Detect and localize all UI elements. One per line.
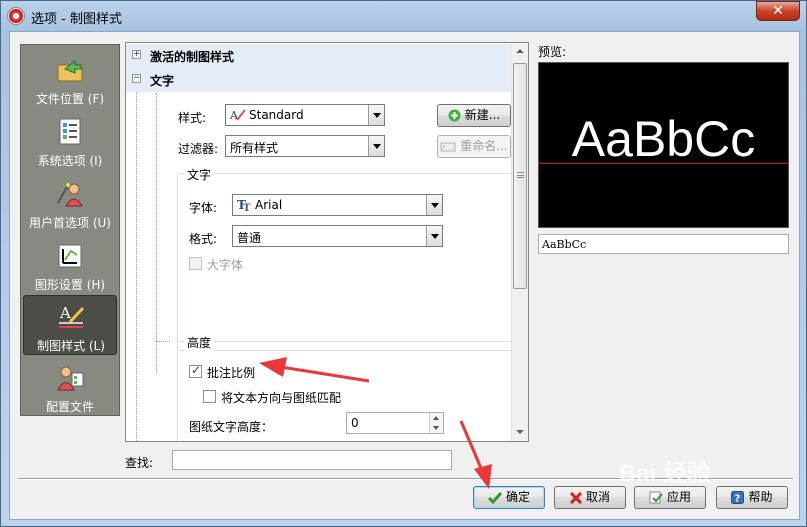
style-select-value: Standard: [249, 108, 304, 122]
nav-label: 系统选项 (I): [37, 154, 103, 168]
tree-connector: [156, 93, 157, 373]
checklist-icon: [59, 118, 81, 145]
dropdown-arrow-icon[interactable]: [426, 195, 442, 215]
annotative-checkbox[interactable]: [189, 363, 202, 378]
truetype-font-icon: T T: [237, 198, 251, 212]
nav-label: 文件位置 (F): [35, 92, 105, 106]
preview-label: 预览:: [538, 45, 567, 59]
tree-connector: [136, 61, 137, 441]
user-wand-icon: [57, 183, 83, 207]
graphics-settings-icon: [58, 244, 82, 268]
font-select[interactable]: T T Arial: [232, 194, 443, 216]
nav-label: 配置文件: [45, 400, 94, 414]
find-input[interactable]: [172, 450, 452, 470]
format-select-value: 普通: [237, 231, 262, 245]
filter-select-value: 所有样式: [230, 141, 279, 155]
svg-text:?: ?: [735, 494, 741, 505]
text-style-icon: A: [230, 109, 246, 122]
nav-item-profiles[interactable]: 配置文件: [23, 357, 117, 417]
ok-button-label: 确定: [505, 490, 530, 504]
spin-down-icon[interactable]: [429, 423, 443, 433]
style-settings-panel: + 激活的制图样式 − 文字 样式: A Standard 新建... 过滤器:…: [125, 42, 529, 442]
height-group-title: 高度: [184, 334, 215, 351]
scroll-up-icon[interactable]: [512, 43, 528, 60]
cancel-button-label: 取消: [585, 490, 610, 504]
svg-text:T: T: [243, 203, 251, 212]
cancel-x-icon: [569, 491, 582, 504]
font-label: 字体:: [189, 201, 218, 215]
title-bar[interactable]: 选项 - 制图样式 ✕: [1, 1, 806, 31]
nav-item-graphics-settings[interactable]: 图形设置 (H): [23, 235, 117, 295]
new-style-button[interactable]: 新建...: [437, 104, 511, 127]
format-label: 格式:: [189, 232, 218, 246]
font-select-value: Arial: [255, 198, 283, 212]
style-select[interactable]: A Standard: [225, 104, 385, 126]
dropdown-arrow-icon[interactable]: [426, 226, 442, 246]
style-label: 样式:: [178, 111, 207, 125]
nav-label: 制图样式 (L): [37, 339, 105, 353]
nav-item-drafting-styles[interactable]: A 制图样式 (L): [23, 295, 117, 355]
new-style-button-label: 新建...: [464, 108, 501, 122]
close-button[interactable]: ✕: [756, 1, 800, 21]
bigfont-label: 大字体: [207, 258, 244, 272]
rename-style-button-label: 重命名...: [460, 139, 508, 153]
check-icon: [487, 491, 502, 504]
folder-arrow-icon: [57, 59, 83, 82]
dialog-client-area: 文件位置 (F) 系统选项 (I) 用户首选项 (U) 图形设置 (H) A 制…: [9, 31, 800, 520]
preview-text-value: AaBbCc: [542, 238, 587, 251]
spin-up-icon[interactable]: [429, 413, 443, 423]
watermark: Bai 经验: [619, 460, 712, 487]
nav-item-user-preferences[interactable]: 用户首选项 (U): [23, 173, 117, 233]
category-text[interactable]: − 文字: [126, 68, 513, 92]
preview-text-field[interactable]: AaBbCc: [538, 234, 789, 254]
scroll-down-icon[interactable]: [512, 424, 528, 441]
paper-height-spinner[interactable]: 0: [346, 412, 444, 434]
nav-item-file-locations[interactable]: 文件位置 (F): [23, 49, 117, 109]
dropdown-arrow-icon[interactable]: [368, 105, 384, 125]
category-active-style[interactable]: + 激活的制图样式: [126, 44, 513, 68]
panel-scrollbar[interactable]: [511, 43, 528, 441]
drafting-style-icon: A: [59, 304, 85, 328]
cancel-button[interactable]: 取消: [554, 486, 626, 509]
nav-item-system-options[interactable]: 系统选项 (I): [23, 111, 117, 171]
rename-icon: [440, 142, 456, 151]
scroll-thumb[interactable]: [513, 63, 527, 289]
format-select[interactable]: 普通: [232, 225, 443, 247]
options-dialog: 选项 - 制图样式 ✕ 文件位置 (F) 系统选项 (I) 用户首选项 (U) …: [0, 0, 807, 527]
match-orientation-label: 将文本方向与图纸匹配: [221, 391, 342, 405]
find-label: 查找:: [125, 456, 154, 470]
rename-style-button[interactable]: 重命名...: [437, 135, 511, 158]
filter-label: 过滤器:: [178, 142, 219, 156]
paper-height-label: 图纸文字高度：: [189, 420, 274, 434]
nav-label: 图形设置 (H): [34, 278, 106, 292]
svg-text:A: A: [59, 304, 71, 322]
preview-canvas: AaBbCc: [538, 62, 789, 228]
paper-height-value: 0: [351, 416, 359, 430]
category-label: 激活的制图样式: [150, 50, 235, 64]
options-sidebar: 文件位置 (F) 系统选项 (I) 用户首选项 (U) 图形设置 (H) A 制…: [20, 44, 120, 416]
app-icon: [7, 7, 25, 25]
nav-label: 用户首选项 (U): [29, 216, 111, 230]
dropdown-arrow-icon[interactable]: [368, 136, 384, 156]
filter-select[interactable]: 所有样式: [225, 135, 385, 157]
grip-icon: [517, 172, 524, 178]
collapse-icon[interactable]: −: [132, 74, 141, 83]
profile-icon: [57, 366, 84, 391]
ok-button[interactable]: 确定: [473, 486, 545, 509]
add-icon: [448, 109, 461, 122]
preview-sample-text: AaBbCc: [571, 111, 756, 167]
text-group-title: 文字: [184, 166, 215, 183]
bigfont-checkbox[interactable]: [189, 257, 202, 270]
window-title: 选项 - 制图样式: [31, 12, 122, 27]
tree-connector: [156, 341, 170, 342]
match-orientation-checkbox[interactable]: [203, 390, 216, 403]
annotative-label: 批注比例: [207, 366, 256, 380]
baseline-line: [539, 163, 788, 164]
expand-icon[interactable]: +: [132, 50, 141, 59]
category-label: 文字: [150, 74, 175, 88]
